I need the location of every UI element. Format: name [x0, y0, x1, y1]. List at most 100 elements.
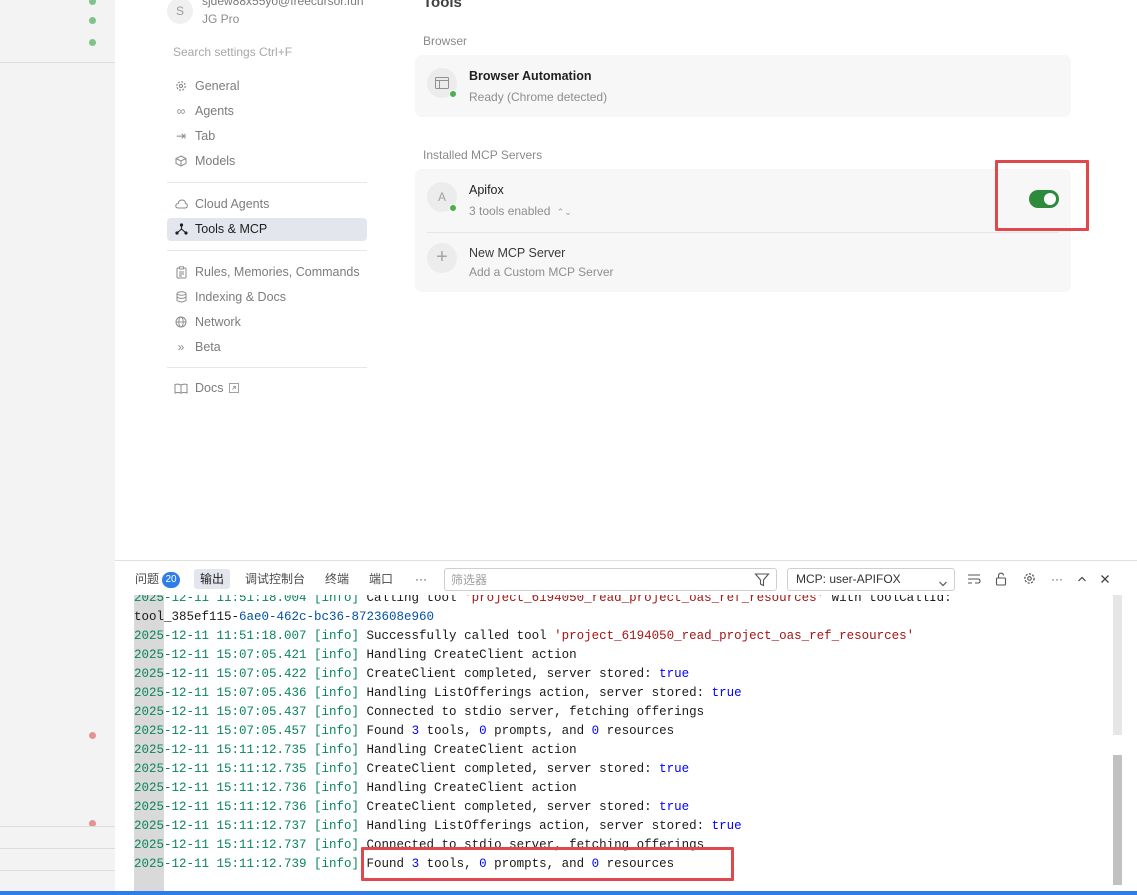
sidebar-item-cloud-agents[interactable]: Cloud Agents: [167, 193, 367, 216]
log-text: true: [711, 686, 742, 700]
cube-icon: [173, 150, 189, 175]
log-text: true: [659, 800, 690, 814]
log-scrollbar[interactable]: [1111, 595, 1125, 895]
log-text: true: [659, 762, 690, 776]
filter-field[interactable]: [444, 568, 777, 591]
tab-ports[interactable]: 端口: [363, 569, 399, 589]
git-change-dot: [89, 39, 96, 46]
sidebar-item-label: Network: [195, 315, 241, 329]
log-timestamp: 2025-12-11 15:11:12.735: [134, 762, 307, 776]
panel-tab-bar: 问题20 输出 调试控制台 终端 端口 ··· MCP: user-APIFOX: [115, 561, 1137, 595]
search-settings-input[interactable]: Search settings Ctrl+F: [173, 45, 292, 59]
sidebar-item-general[interactable]: General: [167, 75, 367, 98]
tab-terminal[interactable]: 终端: [319, 569, 355, 589]
mcp-server-row-apifox[interactable]: A Apifox 3 tools enabled ⌃⌄: [415, 169, 1071, 231]
divider: [0, 848, 115, 849]
book-icon: [173, 377, 189, 402]
problems-count-badge: 20: [162, 572, 181, 588]
more-actions-icon[interactable]: ···: [1048, 570, 1066, 588]
cloud-icon: [173, 193, 189, 217]
word-wrap-icon[interactable]: [965, 570, 983, 588]
log-line: tool_385ef115-6ae0-462c-bc36-8723608e960: [134, 608, 434, 627]
account-email: sjdew88x55yo@freecursor.fun: [202, 0, 364, 8]
gear-icon: [173, 75, 189, 100]
log-timestamp: 2025-12-11 15:11:12.737: [134, 819, 307, 833]
external-link-icon: [229, 377, 239, 401]
log-line: 2025-12-11 15:11:12.735 [info] Handling …: [134, 741, 577, 760]
new-mcp-server-row[interactable]: + New MCP Server Add a Custom MCP Server: [415, 233, 1071, 292]
log-line: 2025-12-11 15:11:12.736 [info] CreateCli…: [134, 798, 689, 817]
sidebar-item-label: Beta: [195, 340, 221, 354]
server-tools-count: 3 tools enabled: [469, 204, 551, 218]
log-level: [info]: [306, 648, 360, 662]
git-change-dot: [89, 0, 96, 5]
log-level: [info]: [306, 838, 360, 852]
log-text: prompts, and: [486, 724, 592, 738]
log-line: 2025-12-11 15:07:05.437 [info] Connected…: [134, 703, 704, 722]
log-line: 2025-12-11 11:51:18.004 [info] Calling t…: [134, 595, 952, 608]
log-level: [info]: [306, 595, 360, 605]
tab-debug-console[interactable]: 调试控制台: [239, 569, 311, 589]
log-line: 2025-12-11 15:07:05.436 [info] Handling …: [134, 684, 742, 703]
output-channel-select[interactable]: MCP: user-APIFOX: [787, 568, 955, 591]
log-timestamp: 2025-12-11 15:07:05.437: [134, 705, 307, 719]
scrollbar-thumb[interactable]: [1113, 755, 1122, 885]
section-label-browser: Browser: [423, 34, 468, 48]
log-text: 6ae0-462c-bc36-8723608e960: [239, 610, 435, 624]
chevron-down-icon: [938, 575, 948, 587]
log-level: [info]: [306, 705, 360, 719]
up-down-chevron-icon: ⌃⌄: [556, 207, 572, 217]
sidebar-item-tools-mcp[interactable]: Tools & MCP: [167, 218, 367, 241]
sidebar-item-label: Indexing & Docs: [195, 290, 287, 304]
maximize-panel-icon[interactable]: [1073, 570, 1091, 588]
tab-problems[interactable]: 问题 20: [129, 569, 186, 589]
log-text: Handling ListOfferings action, server st…: [359, 819, 712, 833]
log-level: [info]: [306, 686, 360, 700]
sidebar-item-docs[interactable]: Docs: [167, 377, 367, 400]
infinity-icon: ∞: [176, 104, 186, 118]
sidebar-item-label: Rules, Memories, Commands: [195, 265, 360, 279]
sidebar-item-label: Docs: [195, 381, 224, 395]
sidebar-item-beta[interactable]: » Beta: [167, 336, 367, 359]
sidebar-item-indexing[interactable]: Indexing & Docs: [167, 286, 367, 309]
tab-output[interactable]: 输出: [194, 569, 231, 589]
sidebar-item-tab[interactable]: ⇥ Tab: [167, 125, 367, 148]
log-timestamp: 2025-12-11 11:51:18.004: [134, 595, 307, 605]
sidebar-item-label: Tools & MCP: [195, 222, 268, 236]
log-timestamp: 2025-12-11 15:07:05.422: [134, 667, 307, 681]
avatar: S: [167, 0, 193, 24]
section-label-mcp: Installed MCP Servers: [423, 148, 543, 162]
sidebar-item-agents[interactable]: ∞ Agents: [167, 100, 367, 123]
server-tools-dropdown[interactable]: 3 tools enabled ⌃⌄: [469, 204, 572, 218]
browser-automation-card[interactable]: Browser Automation Ready (Chrome detecte…: [415, 55, 1071, 117]
sidebar-item-label: Agents: [195, 104, 234, 118]
sidebar-item-models[interactable]: Models: [167, 150, 367, 173]
database-icon: [173, 286, 189, 311]
more-tabs-button[interactable]: ···: [409, 569, 433, 589]
plus-icon: +: [427, 243, 457, 273]
account-info[interactable]: S sjdew88x55yo@freecursor.fun JG Pro: [167, 0, 377, 30]
gear-icon[interactable]: [1020, 570, 1038, 588]
close-icon[interactable]: [1096, 570, 1114, 588]
sidebar-divider: [167, 182, 367, 183]
sidebar-item-rules[interactable]: Rules, Memories, Commands: [167, 261, 367, 284]
log-level: [info]: [306, 762, 360, 776]
log-level: [info]: [306, 857, 360, 871]
sidebar-item-label: Cloud Agents: [195, 197, 270, 211]
log-line: 2025-12-11 15:11:12.736 [info] Handling …: [134, 779, 577, 798]
filter-input[interactable]: [445, 569, 745, 590]
sidebar-divider: [167, 367, 367, 368]
new-server-subtitle: Add a Custom MCP Server: [469, 265, 614, 279]
filter-funnel-icon[interactable]: [754, 571, 772, 589]
settings-view: S sjdew88x55yo@freecursor.fun JG Pro Sea…: [115, 0, 1137, 560]
annotation-highlight-log: [361, 847, 734, 881]
log-level: [info]: [306, 743, 360, 757]
log-line: 2025-12-11 15:11:12.735 [info] CreateCli…: [134, 760, 689, 779]
lock-scroll-icon[interactable]: [992, 570, 1010, 588]
git-change-dot: [89, 732, 96, 739]
mcp-servers-card: A Apifox 3 tools enabled ⌃⌄ + New MCP Se…: [415, 169, 1071, 292]
log-timestamp: 2025-12-11 15:11:12.735: [134, 743, 307, 757]
log-level: [info]: [306, 629, 360, 643]
sidebar-item-network[interactable]: Network: [167, 311, 367, 334]
git-change-dot: [89, 17, 96, 24]
